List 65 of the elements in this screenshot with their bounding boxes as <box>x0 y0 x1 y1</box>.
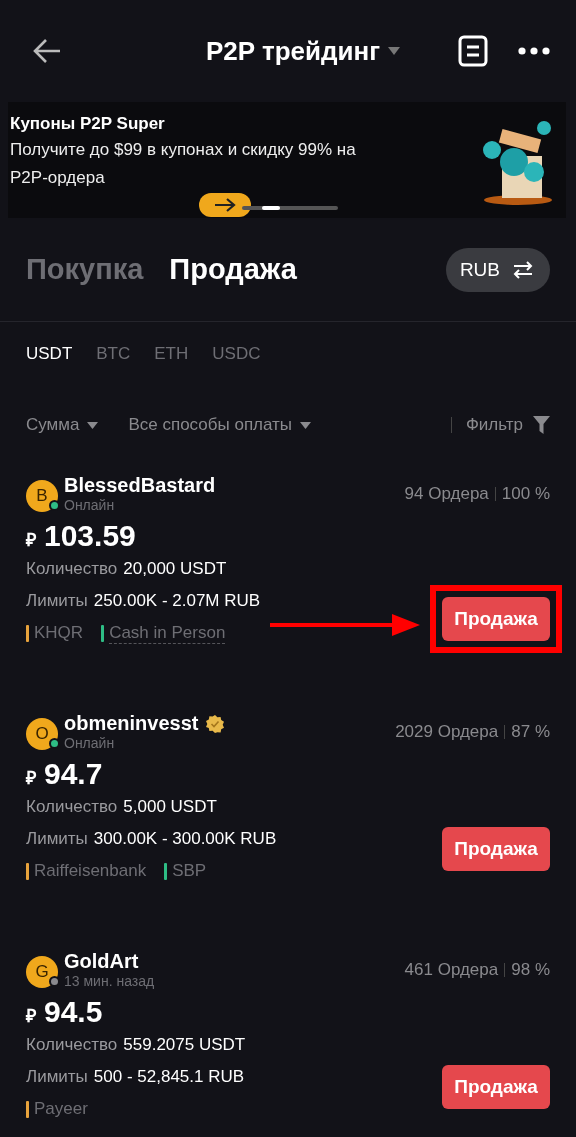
price: 94.7 <box>44 757 103 791</box>
detail-label: Лимиты <box>26 591 88 611</box>
side-tab[interactable]: Покупка <box>26 253 144 286</box>
detail-label: Количество <box>26 1035 118 1055</box>
completion-rate: 98 % <box>511 960 550 980</box>
completion-rate: 100 % <box>501 484 550 504</box>
more-icon[interactable] <box>518 47 550 55</box>
detail-label: Лимиты <box>26 829 88 849</box>
filter-icon <box>533 416 550 434</box>
filter-button[interactable]: Фильтр <box>465 415 550 435</box>
status-text: 13 мин. назад <box>64 973 155 989</box>
currency-sign: ₽ <box>26 1005 36 1027</box>
avatar: O <box>26 718 58 750</box>
back-icon[interactable] <box>32 38 62 64</box>
detail-value: 20,000 USDT <box>123 559 227 579</box>
price: 103.59 <box>44 519 136 553</box>
merchant-name[interactable]: GoldArt <box>64 950 139 973</box>
merchant-name[interactable]: obmeninvesst <box>64 712 199 735</box>
detail-value: 500 - 52,845.1 RUB <box>93 1067 245 1087</box>
price: 94.5 <box>44 995 103 1029</box>
coin-tab[interactable]: BTC <box>96 344 131 390</box>
coin-tab[interactable]: ETH <box>154 344 189 390</box>
payment-method: KHQR <box>34 623 84 643</box>
detail-value: 559.2075 USDT <box>123 1035 246 1055</box>
payment-method: SBP <box>172 861 207 881</box>
coin-tab[interactable]: USDC <box>212 344 261 390</box>
completion-rate: 87 % <box>511 722 550 742</box>
orders-icon[interactable] <box>458 35 488 67</box>
merchant-name[interactable]: BlessedBastard <box>64 474 216 497</box>
orders-count: 2029 Ордера <box>395 722 499 742</box>
detail-value: 5,000 USDT <box>123 797 217 817</box>
status-text: Онлайн <box>64 497 116 513</box>
caret-icon <box>87 421 99 429</box>
detail-value: 300.00K - 300.00K RUB <box>93 829 277 849</box>
payment-method: Cash in Person <box>109 622 226 644</box>
currency-button[interactable]: RUB <box>445 247 550 292</box>
detail-label: Количество <box>26 797 118 817</box>
payment-dropdown[interactable]: Все способы оплаты <box>128 415 312 435</box>
banner-title: Купоны P2P Super <box>10 114 166 134</box>
status-text: Онлайн <box>64 735 116 751</box>
sell-button[interactable]: Продажа <box>442 597 550 641</box>
payment-method: Raiffeisenbank <box>34 861 147 881</box>
arrow-button[interactable] <box>199 193 251 217</box>
sell-button[interactable]: Продажа <box>442 827 550 871</box>
avatar: B <box>26 480 58 512</box>
payment-method: Payeer <box>34 1099 88 1119</box>
currency-sign: ₽ <box>26 767 36 789</box>
promo-banner[interactable]: Купоны P2P Super Получите до $99 в купонах и скидку 99% на P2P-ордера <box>8 102 566 218</box>
caret-icon[interactable] <box>388 47 400 55</box>
caret-icon <box>300 421 312 429</box>
page-title[interactable]: P2P трейдинг <box>206 35 380 67</box>
amount-dropdown[interactable]: Сумма <box>26 415 99 435</box>
currency-sign: ₽ <box>26 529 36 551</box>
sell-button[interactable]: Продажа <box>442 1065 550 1109</box>
detail-label: Лимиты <box>26 1067 88 1087</box>
arrow-icon <box>213 197 237 213</box>
orders-count: 94 Ордера <box>404 484 489 504</box>
detail-value: 250.00K - 2.07M RUB <box>93 591 261 611</box>
side-tab[interactable]: Продажа <box>169 253 297 286</box>
swap-icon <box>512 259 534 280</box>
banner-text: Получите до $99 в купонах и скидку 99% на P2P-ордера <box>10 139 357 189</box>
orders-count: 461 Ордера <box>404 960 499 980</box>
avatar: G <box>26 956 58 988</box>
coin-tab[interactable]: USDT <box>26 344 73 390</box>
detail-label: Количество <box>26 559 118 579</box>
